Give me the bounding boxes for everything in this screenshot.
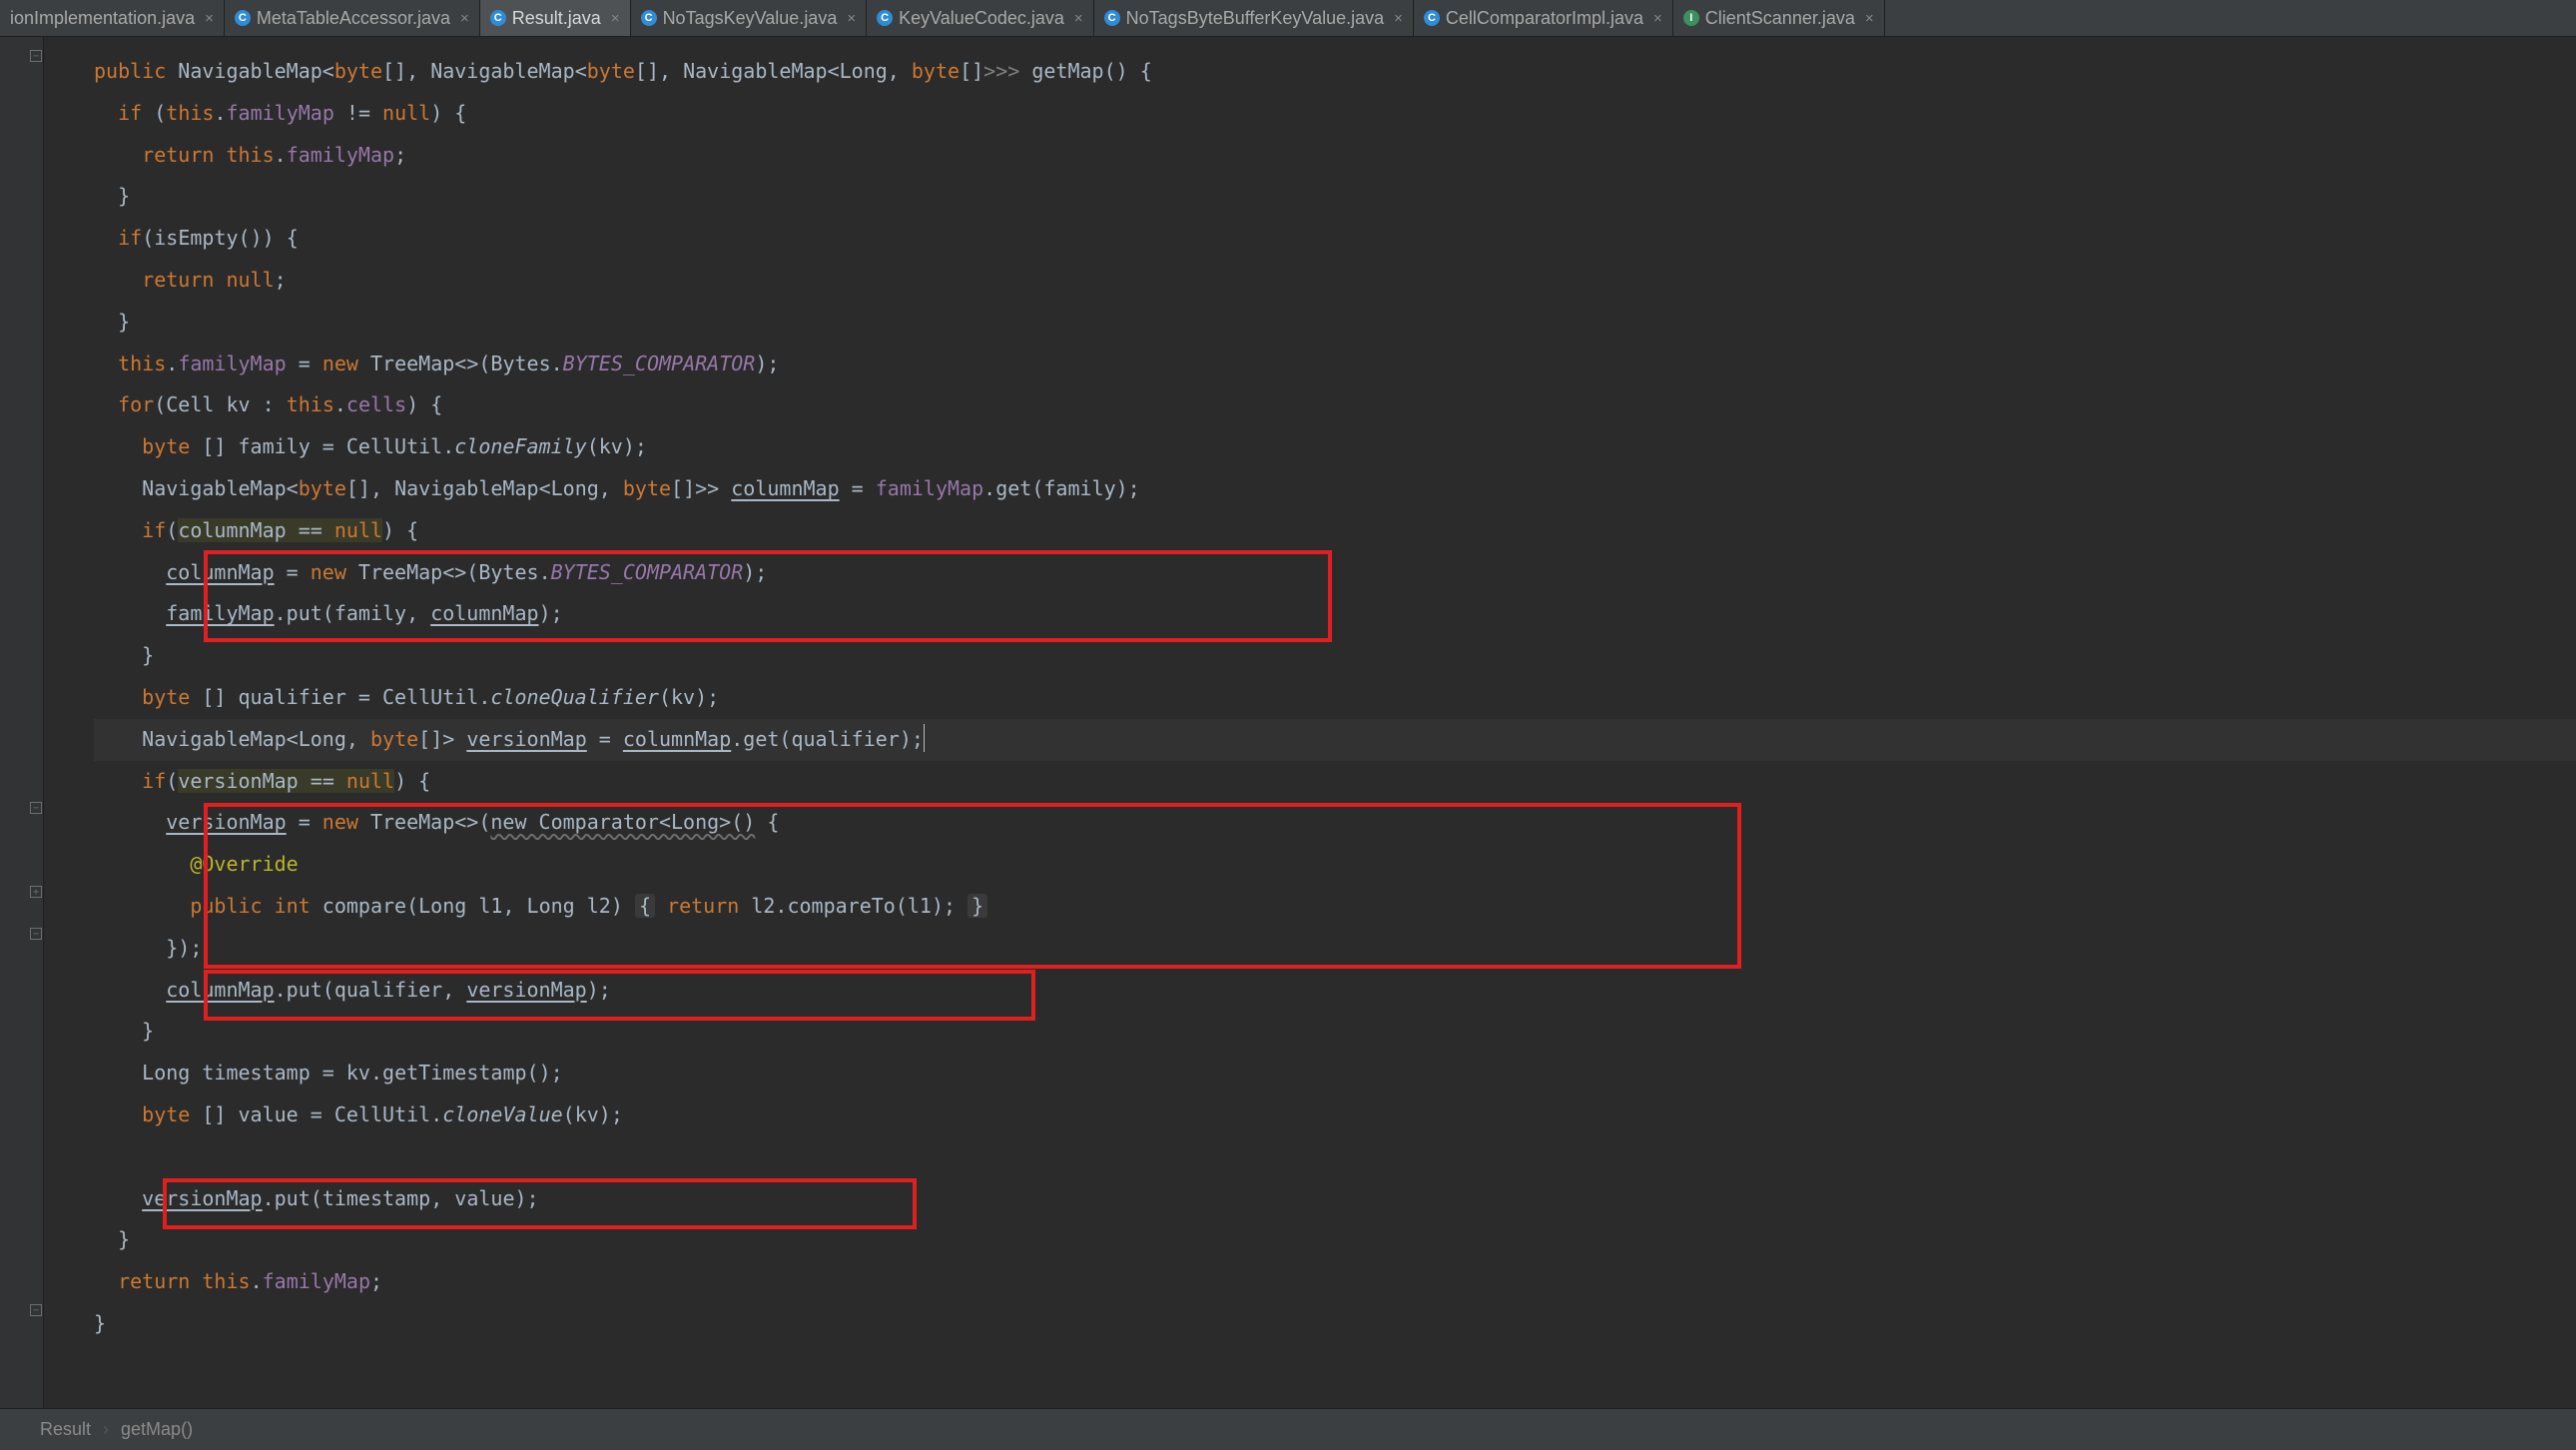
code-editor[interactable]: public NavigableMap<byte[], NavigableMap…: [44, 37, 2576, 1408]
code-line: NavigableMap<Long, byte[]> versionMap = …: [94, 719, 2576, 761]
code-line: });: [94, 936, 202, 960]
code-line: this.familyMap = new TreeMap<>(Bytes.BYT…: [94, 352, 779, 375]
code-line: if(isEmpty()) {: [94, 226, 299, 250]
code-line: return this.familyMap;: [94, 1269, 382, 1293]
editor-tab[interactable]: ionImplementation.java ×: [0, 0, 225, 36]
code-line: public NavigableMap<byte[], NavigableMap…: [94, 59, 1152, 83]
editor-gutter: − − + − −: [0, 37, 44, 1408]
close-icon[interactable]: ×: [205, 10, 214, 27]
code-line: if(columnMap == null) {: [94, 518, 418, 542]
code-line: columnMap = new TreeMap<>(Bytes.BYTES_CO…: [94, 560, 767, 584]
code-line: }: [94, 1311, 106, 1335]
breadcrumb-bar: Result › getMap(): [0, 1408, 2576, 1450]
editor-tab[interactable]: C NoTagsByteBufferKeyValue.java ×: [1094, 0, 1414, 36]
class-icon: C: [1424, 10, 1440, 26]
close-icon[interactable]: ×: [1394, 10, 1403, 27]
code-line: NavigableMap<byte[], NavigableMap<Long, …: [94, 476, 1140, 500]
class-icon: C: [235, 10, 251, 26]
chevron-right-icon: ›: [103, 1419, 109, 1440]
breadcrumb-method[interactable]: getMap(): [121, 1419, 193, 1440]
close-icon[interactable]: ×: [460, 10, 469, 27]
file-label: Result.java: [512, 8, 601, 29]
fold-mark-icon[interactable]: −: [30, 802, 42, 814]
close-icon[interactable]: ×: [611, 10, 620, 27]
file-label: MetaTableAccessor.java: [257, 8, 450, 29]
fold-mark-icon[interactable]: −: [30, 1304, 42, 1316]
close-icon[interactable]: ×: [1865, 10, 1874, 27]
file-label: ionImplementation.java: [10, 8, 195, 29]
file-label: NoTagsKeyValue.java: [663, 8, 838, 29]
code-line: Long timestamp = kv.getTimestamp();: [94, 1061, 563, 1085]
code-line: return null;: [94, 268, 287, 292]
code-line: }: [94, 643, 154, 667]
code-line: }: [94, 184, 130, 208]
code-line: public int compare(Long l1, Long l2) { r…: [94, 894, 987, 918]
class-icon: C: [1104, 10, 1120, 26]
code-line: return this.familyMap;: [94, 143, 406, 167]
file-label: KeyValueCodec.java: [899, 8, 1064, 29]
code-line: @Override: [94, 852, 299, 876]
editor-tab-bar: ionImplementation.java × C MetaTableAccess…: [0, 0, 2576, 37]
code-line: }: [94, 310, 130, 334]
editor-tab[interactable]: C NoTagsKeyValue.java ×: [631, 0, 868, 36]
code-line: byte [] value = CellUtil.cloneValue(kv);: [94, 1102, 623, 1126]
file-label: CellComparatorImpl.java: [1446, 8, 1643, 29]
code-line: byte [] family = CellUtil.cloneFamily(kv…: [94, 434, 647, 458]
editor-tab[interactable]: C MetaTableAccessor.java ×: [225, 0, 480, 36]
editor-tab[interactable]: I ClientScanner.java ×: [1673, 0, 1885, 36]
editor-tab[interactable]: C KeyValueCodec.java ×: [867, 0, 1094, 36]
close-icon[interactable]: ×: [847, 10, 856, 27]
code-line: versionMap.put(timestamp, value);: [94, 1186, 539, 1210]
fold-mark-icon[interactable]: −: [30, 928, 42, 940]
code-line: versionMap = new TreeMap<>(new Comparato…: [94, 810, 779, 834]
code-line: for(Cell kv : this.cells) {: [94, 392, 442, 416]
class-icon: C: [877, 10, 893, 26]
file-label: ClientScanner.java: [1705, 8, 1855, 29]
code-line: }: [94, 1227, 130, 1251]
code-line: columnMap.put(qualifier, versionMap);: [94, 978, 611, 1002]
close-icon[interactable]: ×: [1074, 10, 1083, 27]
file-label: NoTagsByteBufferKeyValue.java: [1126, 8, 1385, 29]
fold-mark-icon[interactable]: −: [30, 50, 42, 62]
class-icon: C: [641, 10, 657, 26]
interface-icon: I: [1683, 10, 1699, 26]
code-line: }: [94, 1019, 154, 1043]
code-line: byte [] qualifier = CellUtil.cloneQualif…: [94, 685, 719, 709]
fold-mark-icon[interactable]: +: [30, 886, 42, 898]
code-line: if(versionMap == null) {: [94, 769, 430, 793]
code-line: familyMap.put(family, columnMap);: [94, 601, 563, 625]
code-line: if (this.familyMap != null) {: [94, 101, 466, 125]
class-icon: C: [490, 10, 506, 26]
editor-tab[interactable]: C CellComparatorImpl.java ×: [1414, 0, 1673, 36]
editor-tab-active[interactable]: C Result.java ×: [480, 0, 631, 36]
close-icon[interactable]: ×: [1653, 10, 1662, 27]
text-caret: [924, 724, 925, 752]
breadcrumb-class[interactable]: Result: [40, 1419, 91, 1440]
code-line: [94, 1144, 106, 1168]
